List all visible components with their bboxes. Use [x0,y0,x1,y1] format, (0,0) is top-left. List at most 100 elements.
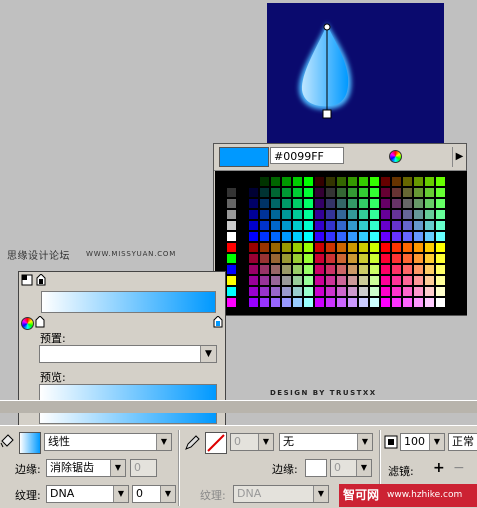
swatch-cell[interactable] [314,286,325,297]
swatch-cell[interactable] [336,253,347,264]
stroke-style-select[interactable]: 无 ▼ [279,433,373,451]
swatch-cell[interactable] [226,242,237,253]
swatch-cell[interactable] [435,275,446,286]
swatch-cell[interactable] [259,209,270,220]
swatch-cell[interactable] [358,264,369,275]
swatch-cell[interactable] [237,220,248,231]
swatch-cell[interactable] [391,176,402,187]
swatch-cell[interactable] [314,187,325,198]
swatch-cell[interactable] [336,220,347,231]
swatch-cell[interactable] [369,264,380,275]
swatch-cell[interactable] [402,231,413,242]
swatch-cell[interactable] [435,242,446,253]
preset-dropdown[interactable]: ▼ [39,345,217,363]
canvas-stage[interactable] [267,3,444,143]
swatch-cell[interactable] [303,253,314,264]
swatch-cell[interactable] [215,198,226,209]
swatch-cell[interactable] [358,297,369,308]
swatch-cell[interactable] [314,176,325,187]
swatch-cell[interactable] [402,176,413,187]
swatch-cell[interactable] [248,286,259,297]
swatch-cell[interactable] [325,198,336,209]
swatch-cell[interactable] [303,209,314,220]
swatch-cell[interactable] [325,187,336,198]
swatch-cell[interactable] [281,231,292,242]
swatch-cell[interactable] [215,242,226,253]
swatch-cell[interactable] [292,297,303,308]
swatch-cell[interactable] [325,209,336,220]
swatch-cell[interactable] [270,297,281,308]
fill-color-swatch[interactable] [19,432,41,454]
swatch-cell[interactable] [336,275,347,286]
swatch-cell[interactable] [292,275,303,286]
swatch-cell[interactable] [303,231,314,242]
swatch-cell[interactable] [325,253,336,264]
swatch-cell[interactable] [369,286,380,297]
texture-number[interactable]: 0 ▼ [132,485,176,503]
swatch-cell[interactable] [413,286,424,297]
swatch-cell[interactable] [369,275,380,286]
swatch-cell[interactable] [336,286,347,297]
swatch-cell[interactable] [435,297,446,308]
swatch-cell[interactable] [325,220,336,231]
swatch-cell[interactable] [314,198,325,209]
swatch-cell[interactable] [369,231,380,242]
swatch-cell[interactable] [424,176,435,187]
swatch-cell[interactable] [259,231,270,242]
swatch-cell[interactable] [391,209,402,220]
swatch-cell[interactable] [358,253,369,264]
swatch-cell[interactable] [369,297,380,308]
swatch-cell[interactable] [215,209,226,220]
swatch-grid[interactable] [215,171,467,315]
swatch-cell[interactable] [380,220,391,231]
chevron-down-icon[interactable]: ▼ [110,460,125,476]
swatch-cell[interactable] [336,231,347,242]
swatch-cell[interactable] [435,286,446,297]
swatch-cell[interactable] [391,297,402,308]
swatch-cell[interactable] [413,275,424,286]
swatch-cell[interactable] [281,242,292,253]
swatch-cell[interactable] [270,220,281,231]
swatch-cell[interactable] [325,231,336,242]
panel-menu-arrow-icon[interactable]: ▶ [452,147,466,167]
swatch-cell[interactable] [369,176,380,187]
swatch-cell[interactable] [226,275,237,286]
swatch-cell[interactable] [314,242,325,253]
swatch-cell[interactable] [424,220,435,231]
swatch-cell[interactable] [248,187,259,198]
texture-select[interactable]: DNA ▼ [46,485,129,503]
chevron-down-icon[interactable]: ▼ [113,486,128,502]
swatch-cell[interactable] [435,209,446,220]
swatch-cell[interactable] [358,275,369,286]
swatch-cell[interactable] [281,275,292,286]
swatch-cell[interactable] [259,253,270,264]
swatch-cell[interactable] [303,297,314,308]
swatch-cell[interactable] [270,176,281,187]
swatch-cell[interactable] [402,220,413,231]
swatch-cell[interactable] [336,187,347,198]
swatch-cell[interactable] [292,176,303,187]
swatch-cell[interactable] [259,176,270,187]
swatch-cell[interactable] [237,253,248,264]
swatch-cell[interactable] [248,231,259,242]
swatch-cell[interactable] [248,297,259,308]
swatch-cell[interactable] [292,242,303,253]
swatch-cell[interactable] [226,209,237,220]
remove-filter-button[interactable]: − [453,460,465,476]
swatch-cell[interactable] [314,275,325,286]
swatch-cell[interactable] [347,209,358,220]
swatch-cell[interactable] [281,176,292,187]
swatch-cell[interactable] [391,275,402,286]
swatch-cell[interactable] [424,209,435,220]
swatch-cell[interactable] [391,220,402,231]
swatch-cell[interactable] [358,220,369,231]
swatch-cell[interactable] [237,198,248,209]
swatch-cell[interactable] [259,297,270,308]
swatch-cell[interactable] [413,242,424,253]
swatch-cell[interactable] [391,242,402,253]
swatch-cell[interactable] [347,242,358,253]
swatch-cell[interactable] [226,231,237,242]
swatch-cell[interactable] [270,264,281,275]
swatch-cell[interactable] [292,209,303,220]
swatch-cell[interactable] [424,275,435,286]
